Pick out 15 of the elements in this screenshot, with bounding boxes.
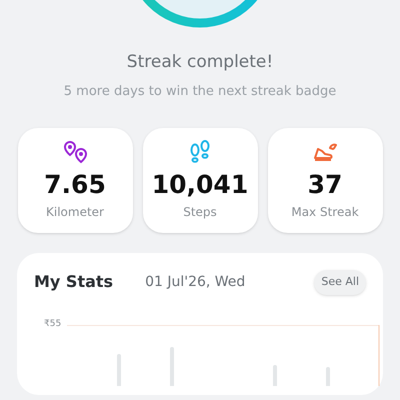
metric-label: Kilometer: [46, 204, 104, 221]
metric-label: Steps: [183, 204, 217, 221]
metric-value: 37: [308, 170, 342, 200]
streak-subtitle: 5 more days to win the next streak badge: [64, 82, 336, 100]
stats-title: My Stats: [34, 271, 114, 294]
marker-line: [378, 324, 380, 386]
metric-value: 10,041: [152, 170, 248, 200]
see-all-button[interactable]: See All: [314, 270, 366, 294]
location-pins-icon: [63, 140, 87, 164]
metric-value: 7.65: [44, 170, 106, 200]
metric-label: Max Streak: [291, 204, 359, 221]
streak-title: Streak complete!: [126, 51, 274, 74]
stats-date: 01 Jul'26, Wed: [145, 272, 246, 292]
y-axis-label: ₹55: [44, 318, 62, 330]
footprints-icon: [188, 140, 212, 164]
